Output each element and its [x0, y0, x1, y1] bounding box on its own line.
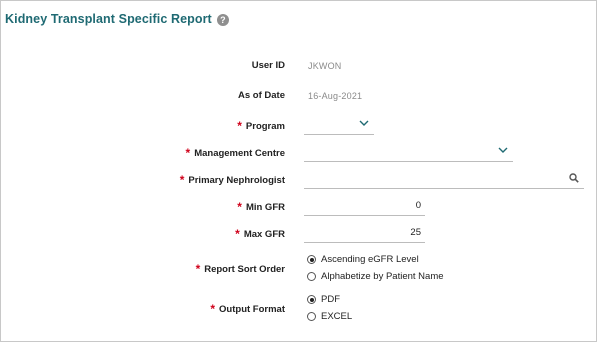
report-sort-order-radio-group: Ascending eGFR Level Alphabetize by Pati…: [307, 252, 444, 286]
primary-nephrologist-input[interactable]: [304, 169, 584, 189]
report-sort-order-row: * Report Sort Order: [1, 258, 597, 278]
management-centre-label: * Management Centre: [185, 146, 285, 160]
program-row: * Program: [1, 115, 597, 135]
page-title: Kidney Transplant Specific Report: [5, 12, 212, 26]
output-option-pdf[interactable]: PDF: [307, 292, 352, 307]
min-gfr-row: * Min GFR 0: [1, 196, 597, 216]
report-panel: Kidney Transplant Specific Report ? User…: [0, 0, 597, 342]
required-marker: *: [210, 302, 216, 316]
required-marker: *: [195, 262, 201, 276]
sort-option-ascending-egfr[interactable]: Ascending eGFR Level: [307, 252, 444, 267]
required-marker: *: [237, 200, 242, 214]
chevron-down-icon[interactable]: [358, 118, 370, 128]
radio-label: Alphabetize by Patient Name: [321, 271, 444, 282]
report-sort-order-label: * Report Sort Order: [195, 262, 285, 276]
required-marker: *: [237, 119, 242, 133]
max-gfr-label: * Max GFR: [235, 227, 285, 241]
radio-unselected-icon[interactable]: [307, 312, 316, 321]
management-centre-select[interactable]: [304, 142, 513, 162]
user-id-value: JKWON: [308, 61, 342, 71]
primary-nephrologist-label: * Primary Nephrologist: [179, 173, 285, 187]
output-format-radio-group: PDF EXCEL: [307, 292, 352, 326]
output-format-row: * Output Format: [1, 298, 597, 318]
report-header: Kidney Transplant Specific Report ?: [5, 10, 229, 28]
as-of-date-value: 16-Aug-2021: [308, 91, 363, 101]
min-gfr-label: * Min GFR: [237, 200, 285, 214]
radio-label: PDF: [321, 294, 340, 305]
help-icon[interactable]: ?: [216, 13, 229, 26]
max-gfr-row: * Max GFR 25: [1, 223, 597, 243]
radio-label: EXCEL: [321, 311, 353, 322]
user-id-label: User ID: [251, 60, 285, 71]
primary-nephrologist-row: * Primary Nephrologist: [1, 169, 597, 189]
max-gfr-value: 25: [410, 227, 421, 238]
radio-selected-icon[interactable]: [307, 295, 316, 304]
radio-unselected-icon[interactable]: [307, 272, 316, 281]
required-marker: *: [179, 173, 185, 187]
chevron-down-icon[interactable]: [497, 145, 509, 155]
user-id-row: User ID JKWON: [1, 57, 597, 77]
output-format-label: * Output Format: [210, 302, 285, 316]
search-icon[interactable]: [569, 173, 579, 183]
radio-label: Ascending eGFR Level: [321, 254, 419, 265]
program-select[interactable]: [304, 115, 374, 135]
max-gfr-input[interactable]: 25: [304, 223, 425, 243]
output-option-excel[interactable]: EXCEL: [307, 309, 352, 324]
required-marker: *: [235, 227, 240, 241]
as-of-date-label: As of Date: [238, 90, 285, 101]
radio-selected-icon[interactable]: [307, 255, 316, 264]
management-centre-row: * Management Centre: [1, 142, 597, 162]
min-gfr-value: 0: [415, 200, 421, 211]
sort-option-alphabetize[interactable]: Alphabetize by Patient Name: [307, 269, 444, 284]
min-gfr-input[interactable]: 0: [304, 196, 425, 216]
as-of-date-row: As of Date 16-Aug-2021: [1, 87, 597, 107]
program-label: * Program: [237, 119, 285, 133]
required-marker: *: [185, 146, 191, 160]
